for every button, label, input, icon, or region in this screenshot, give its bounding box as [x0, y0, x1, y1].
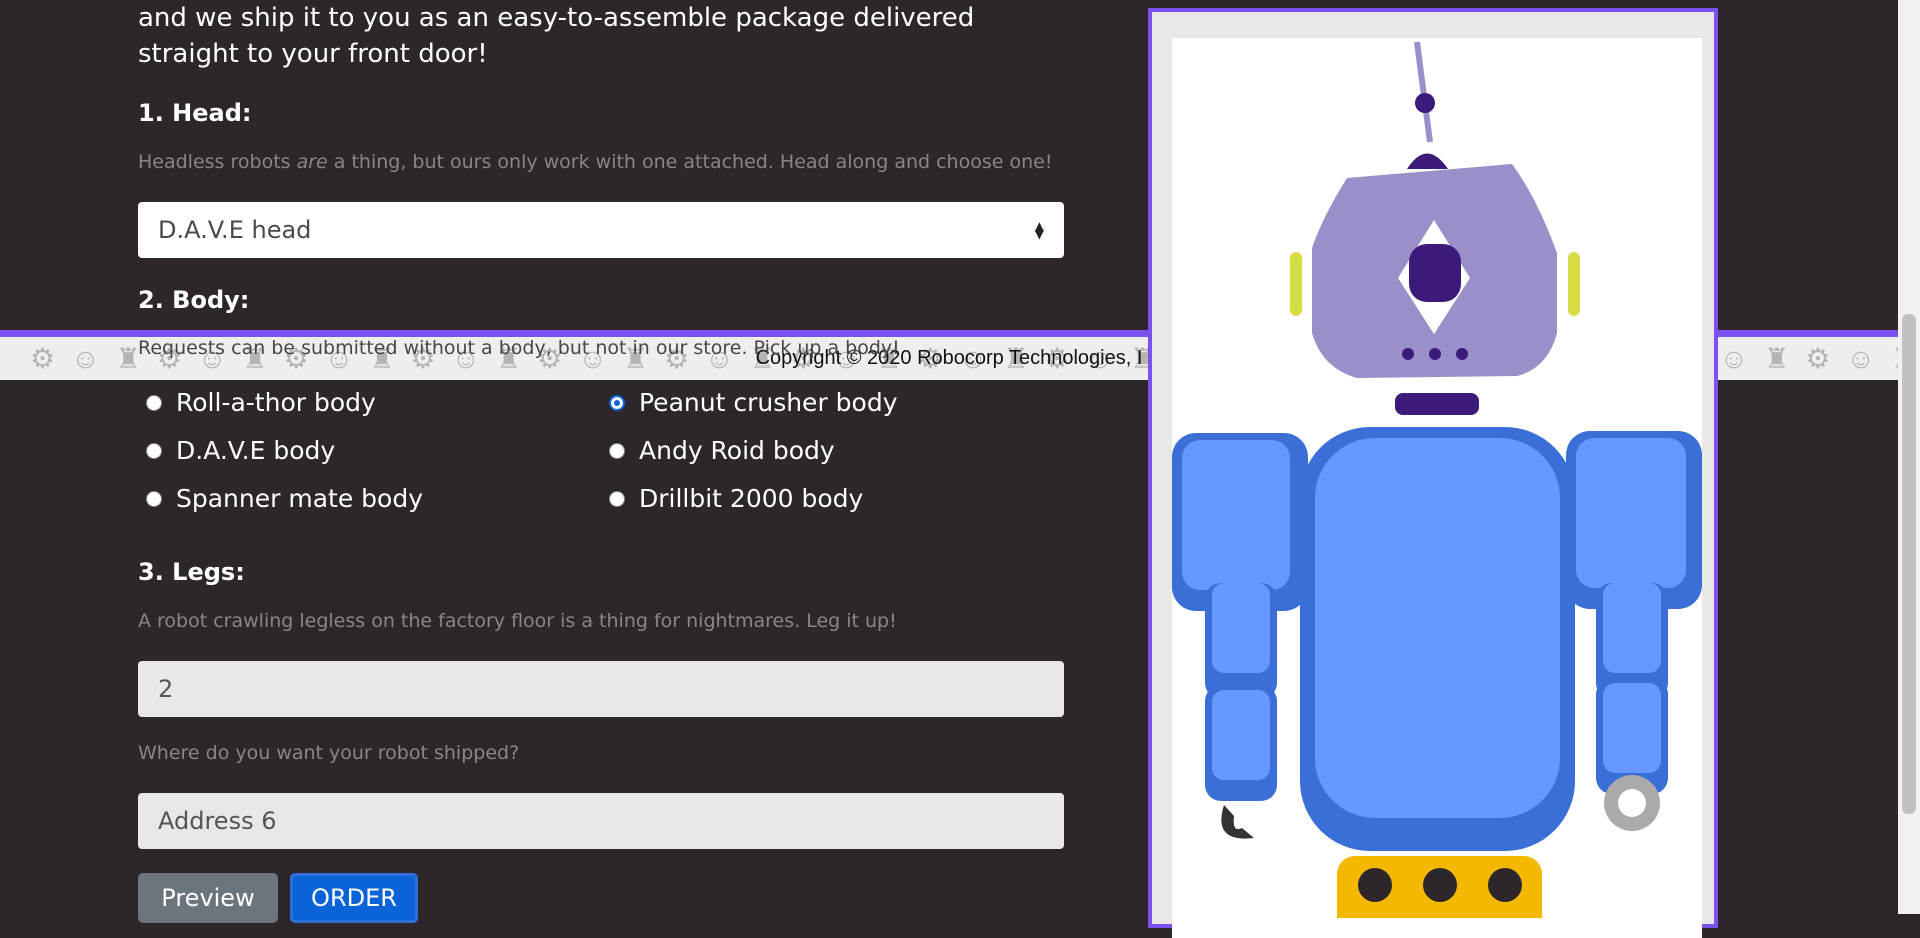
- legs-section-title: 3. Legs:: [138, 558, 245, 586]
- radio-button[interactable]: [609, 442, 625, 459]
- robot-hand-left: [1221, 805, 1254, 839]
- radio-button[interactable]: [146, 442, 162, 459]
- address-label: Where do you want your robot shipped?: [138, 742, 520, 764]
- radio-button-checked[interactable]: [609, 394, 625, 411]
- radio-button[interactable]: [146, 490, 162, 507]
- robot-neck: [1395, 393, 1479, 415]
- order-button[interactable]: ORDER: [290, 873, 418, 923]
- head-select-value: D.A.V.E head: [158, 216, 312, 244]
- robot-illustration: [1172, 41, 1702, 936]
- radio-button[interactable]: [609, 490, 625, 507]
- select-arrows-icon: ▲ ▼: [1034, 219, 1044, 241]
- radio-button[interactable]: [146, 394, 162, 411]
- antenna-base: [1407, 153, 1448, 169]
- robot-preview: [1148, 8, 1718, 938]
- head-section-title: 1. Head:: [138, 99, 252, 127]
- body-option-label: Andy Roid body: [639, 436, 835, 465]
- legs-hint: A robot crawling legless on the factory …: [138, 610, 897, 632]
- body-option-andy-roid[interactable]: Andy Roid body: [609, 436, 835, 465]
- preview-button[interactable]: Preview: [138, 873, 278, 923]
- scrollbar-thumb[interactable]: [1902, 314, 1916, 814]
- antenna-icon: [1414, 41, 1433, 143]
- antenna-ball: [1415, 93, 1435, 113]
- body-section-title: 2. Body:: [138, 286, 250, 314]
- address-input[interactable]: Address 6: [138, 793, 1064, 849]
- robot-preview-canvas: [1172, 38, 1702, 938]
- head-select[interactable]: D.A.V.E head ▲ ▼: [138, 202, 1064, 258]
- body-hint: Requests can be submitted without a body…: [138, 337, 900, 359]
- body-option-label: Roll-a-thor body: [176, 388, 376, 417]
- robot-eye: [1409, 244, 1461, 302]
- body-option-dave[interactable]: D.A.V.E body: [146, 436, 335, 465]
- head-ear-left: [1290, 252, 1302, 316]
- body-option-label: Spanner mate body: [176, 484, 423, 513]
- intro-text: and we ship it to you as an easy-to-asse…: [138, 3, 975, 69]
- body-option-spanner-mate[interactable]: Spanner mate body: [146, 484, 423, 513]
- legs-input[interactable]: 2: [138, 661, 1064, 717]
- page-scrollbar[interactable]: [1898, 0, 1920, 914]
- head-hint: Headless robots are a thing, but ours on…: [138, 151, 1053, 173]
- body-option-label: Peanut crusher body: [639, 388, 898, 417]
- body-option-label: Drillbit 2000 body: [639, 484, 864, 513]
- body-option-label: D.A.V.E body: [176, 436, 336, 465]
- body-option-roll-a-thor[interactable]: Roll-a-thor body: [146, 388, 376, 417]
- body-option-drillbit-2000[interactable]: Drillbit 2000 body: [609, 484, 863, 513]
- body-option-peanut-crusher[interactable]: Peanut crusher body: [609, 388, 898, 417]
- head-ear-right: [1568, 252, 1580, 316]
